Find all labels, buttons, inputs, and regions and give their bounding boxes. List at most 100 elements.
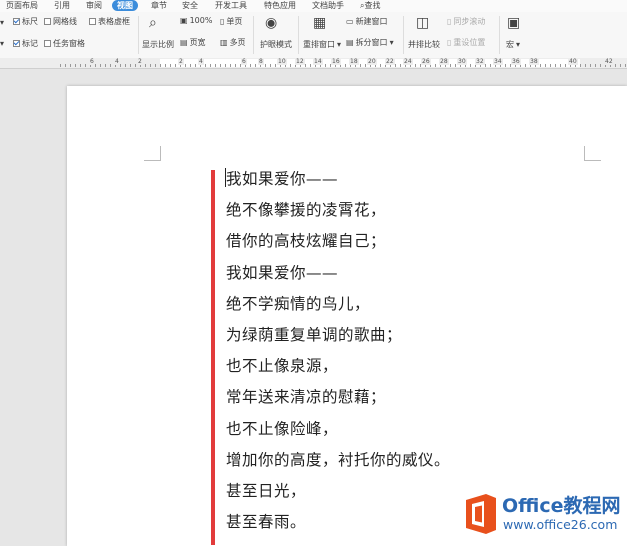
text-line: 借你的高枝炫耀自己；	[226, 232, 387, 251]
table-dashed-checkbox[interactable]: 表格虚框	[89, 16, 130, 27]
tab-view[interactable]: 视图	[112, 0, 138, 11]
split-window-label: 拆分窗口	[355, 38, 388, 47]
ruler-number: 12	[295, 58, 305, 65]
text-line: 甚至日光，	[226, 482, 307, 501]
reset-position-label: 重设位置	[453, 38, 486, 47]
rearrange-window-label: 重排窗口	[303, 40, 335, 49]
ruler-number: 16	[331, 58, 341, 65]
tab-chapter[interactable]: 章节	[149, 0, 169, 11]
macro-label: 宏	[506, 40, 514, 49]
ruler-number: 4	[198, 58, 204, 65]
margin-corner-left	[144, 146, 161, 161]
multi-page-label: 多页	[229, 38, 246, 47]
new-window-button[interactable]: ▭ 新建窗口	[346, 16, 388, 27]
gridlines-label: 网格线	[53, 17, 77, 26]
tab-developer[interactable]: 开发工具	[213, 0, 249, 11]
macro-icon: ▣	[507, 15, 521, 31]
ruler-number: 2	[178, 58, 184, 65]
margin-corner-right	[584, 146, 601, 161]
office-logo-watermark: Office教程网 www.office26.com	[458, 488, 627, 543]
checkbox-icon	[13, 40, 20, 47]
ruler-number: 26	[421, 58, 431, 65]
ruler-number: 30	[457, 58, 467, 65]
ruler-number: 8	[258, 58, 264, 65]
ribbon: ▾ 标尺 网格线 表格虚框 ▾ 标记 任务窗格 ⌕ 显示比例 ▣ 100% ▯ 单页…	[0, 12, 627, 59]
ruler-number: 24	[403, 58, 413, 65]
tab-page-layout[interactable]: 页面布局	[4, 0, 40, 11]
ruler-number: 38	[529, 58, 539, 65]
split-window-icon: ▤	[346, 38, 354, 47]
tab-special-apps[interactable]: 特色应用	[262, 0, 298, 11]
menu-tabs: 页面布局 引用 审阅 视图 章节 安全 开发工具 特色应用 文档助手 ⌕查找	[0, 0, 627, 12]
side-by-side-icon: ◫	[416, 15, 430, 31]
page-width-button[interactable]: ▤ 页宽	[180, 37, 206, 48]
text-line: 常年送来清凉的慰藉；	[226, 388, 387, 407]
tab-review[interactable]: 审阅	[84, 0, 104, 11]
ruler-number: 40	[568, 58, 578, 65]
ruler-number: 4	[114, 58, 120, 65]
ruler-number: 22	[385, 58, 395, 65]
text-line: 我如果爱你——	[226, 170, 339, 188]
ruler-ticks	[60, 58, 627, 68]
ruler-number: 6	[241, 58, 247, 65]
chevron-down-icon: ▾	[337, 40, 342, 49]
search-button[interactable]: ⌕查找	[358, 0, 382, 11]
eye-mode-button[interactable]: 护眼模式	[260, 39, 292, 50]
side-by-side-button[interactable]: 并排比较	[408, 39, 440, 50]
logo-url: www.office26.com	[503, 517, 618, 532]
multi-page-button[interactable]: ▥ 多页	[220, 37, 246, 48]
ruler-number: 10	[277, 58, 287, 65]
zoom-100-button[interactable]: ▣ 100%	[180, 16, 212, 25]
reset-position-button[interactable]: ▯ 重设位置	[447, 37, 485, 48]
markup-checkbox[interactable]: 标记	[13, 38, 38, 49]
sync-scroll-button[interactable]: ▯ 同步滚动	[447, 16, 485, 27]
ruler-number: 42	[604, 58, 614, 65]
margin-highlight-bar	[211, 170, 215, 545]
chevron-down-icon: ▾	[389, 38, 394, 47]
ruler-label: 标尺	[22, 17, 38, 26]
document-text[interactable]: 我如果爱你—— 绝不像攀援的凌霄花， 借你的高枝炫耀自己； 我如果爱你—— 绝不…	[226, 164, 450, 538]
task-pane-checkbox[interactable]: 任务窗格	[44, 38, 85, 49]
office-logo-icon	[466, 494, 496, 534]
dropdown-arrow-icon[interactable]: ▾	[0, 39, 4, 48]
task-pane-label: 任务窗格	[53, 39, 85, 48]
markup-label: 标记	[22, 39, 38, 48]
ruler-number: 34	[493, 58, 503, 65]
search-label: 查找	[364, 1, 381, 10]
split-window-button[interactable]: ▤ 拆分窗口 ▾	[346, 37, 394, 48]
page-icon: ▯	[220, 17, 225, 26]
dropdown-arrow-icon[interactable]: ▾	[0, 18, 4, 27]
text-line: 也不止像险峰，	[226, 419, 339, 438]
table-dashed-label: 表格虚框	[98, 17, 130, 26]
text-line: 绝不像攀援的凌霄花，	[226, 201, 387, 220]
tab-security[interactable]: 安全	[180, 0, 200, 11]
rearrange-window-icon: ▦	[313, 15, 327, 31]
show-ratio-button[interactable]: 显示比例	[142, 39, 174, 50]
macro-button[interactable]: 宏 ▾	[506, 39, 520, 50]
page-width-label: 页宽	[189, 38, 206, 47]
text-line: 甚至春雨。	[226, 513, 307, 532]
text-line: 我如果爱你——	[226, 263, 339, 282]
zoom-100-label: 100%	[189, 16, 213, 25]
ruler-number: 36	[511, 58, 521, 65]
sync-scroll-icon: ▯	[447, 17, 452, 26]
page-width-icon: ▤	[180, 38, 188, 47]
gridlines-checkbox[interactable]: 网格线	[44, 16, 77, 27]
tab-references[interactable]: 引用	[52, 0, 72, 11]
eye-icon: ◉	[265, 15, 278, 31]
text-line: 为绿荫重复单调的歌曲；	[226, 326, 403, 345]
logo-title: Office教程网	[502, 495, 621, 517]
ruler-number: 20	[367, 58, 377, 65]
horizontal-ruler[interactable]: 6 4 2 2 4 6 8 10 12 14 16 18 20 22 24 26…	[0, 58, 627, 69]
ruler-checkbox[interactable]: 标尺	[13, 16, 38, 27]
tab-doc-assistant[interactable]: 文档助手	[310, 0, 346, 11]
ruler-number: 28	[439, 58, 449, 65]
text-line: 绝不学痴情的鸟儿，	[226, 294, 371, 313]
ruler-number: 2	[137, 58, 143, 65]
rearrange-window-button[interactable]: 重排窗口 ▾	[303, 39, 341, 50]
text-line: 也不止像泉源，	[226, 357, 339, 376]
single-page-button[interactable]: ▯ 单页	[220, 16, 242, 27]
text-line: 增加你的高度，衬托你的威仪。	[226, 450, 451, 469]
reset-position-icon: ▯	[447, 38, 452, 47]
new-window-icon: ▭	[346, 17, 354, 26]
